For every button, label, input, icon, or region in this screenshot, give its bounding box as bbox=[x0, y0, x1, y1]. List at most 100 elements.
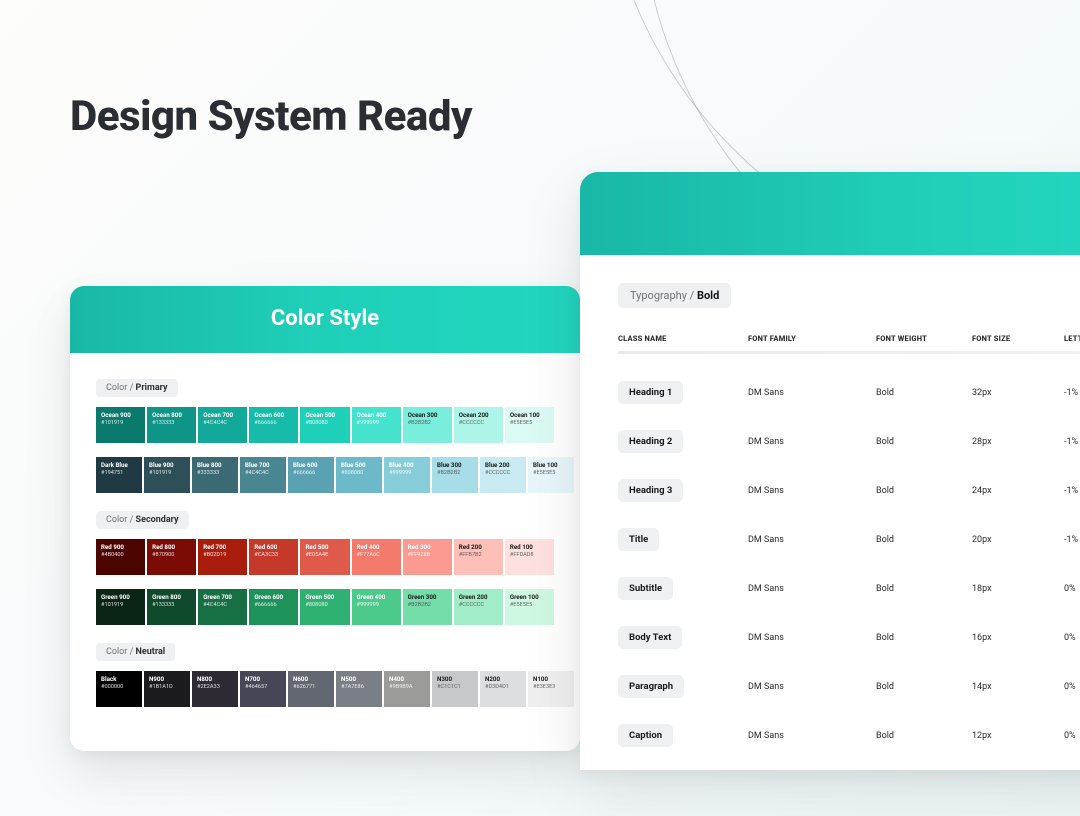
swatch-hex: #101919 bbox=[101, 602, 140, 608]
swatch-row: Ocean 900#101919Ocean 800#133333Ocean 70… bbox=[96, 407, 554, 443]
font-family-cell: DM Sans bbox=[748, 731, 876, 741]
font-weight-cell: Bold bbox=[876, 535, 972, 545]
color-section-label: Color / Secondary bbox=[96, 511, 189, 529]
typography-subheading-prefix: Typography / bbox=[630, 289, 694, 302]
swatch-hex: #7A7E86 bbox=[341, 684, 377, 690]
col-letter-spacing: LETTER SPACING bbox=[1064, 334, 1080, 343]
swatch-name: Ocean 900 bbox=[101, 411, 140, 419]
typography-table-header: CLASS NAME FONT FAMILY FONT WEIGHT FONT … bbox=[618, 334, 1080, 351]
swatch-hex: #E5E5E5 bbox=[510, 602, 549, 608]
page-title: Design System Ready bbox=[70, 92, 472, 141]
col-font-weight: FONT WEIGHT bbox=[876, 334, 972, 343]
swatch-name: Red 700 bbox=[203, 543, 242, 551]
typography-row: ParagraphDM SansBold14px0% bbox=[618, 662, 1080, 711]
swatch-name: N100 bbox=[533, 675, 569, 683]
swatch-name: Blue 700 bbox=[245, 461, 281, 469]
class-name-pill: Subtitle bbox=[618, 577, 673, 600]
color-style-card: Color Style Color / PrimaryOcean 900#101… bbox=[70, 286, 580, 751]
font-size-cell: 18px bbox=[972, 584, 1064, 594]
col-class-name: CLASS NAME bbox=[618, 334, 748, 343]
swatch-hex: #1B1A1D bbox=[149, 684, 185, 690]
color-swatch: Red 200#FFB7B2 bbox=[454, 539, 503, 575]
typography-row: Heading 3DM SansBold24px-1% bbox=[618, 466, 1080, 515]
swatch-name: Green 100 bbox=[510, 593, 549, 601]
font-family-cell: DM Sans bbox=[748, 437, 876, 447]
swatch-hex: #999999 bbox=[357, 420, 396, 426]
typography-subheading-name: Bold bbox=[697, 289, 719, 302]
swatch-name: Dark Blue bbox=[101, 461, 137, 469]
letter-spacing-cell: 0% bbox=[1064, 633, 1080, 643]
col-font-family: FONT FAMILY bbox=[748, 334, 876, 343]
swatch-row: Dark Blue#194751Blue 900#101919Blue 800#… bbox=[96, 457, 554, 493]
swatch-hex: #101919 bbox=[149, 470, 185, 476]
color-swatch: Blue 800#333333 bbox=[192, 457, 238, 493]
color-swatch: N700#464657 bbox=[240, 671, 286, 707]
typography-row: Heading 1DM SansBold32px-1% bbox=[618, 368, 1080, 417]
swatch-name: Red 100 bbox=[510, 543, 549, 551]
color-swatch: Red 300#FF928B bbox=[403, 539, 452, 575]
font-weight-cell: Bold bbox=[876, 486, 972, 496]
color-section-label: Color / Neutral bbox=[96, 643, 175, 661]
color-swatch: N400#9B9B9A bbox=[384, 671, 430, 707]
color-swatch: Blue 600#666666 bbox=[288, 457, 334, 493]
swatch-name: N800 bbox=[197, 675, 233, 683]
swatch-name: Ocean 200 bbox=[459, 411, 498, 419]
font-weight-cell: Bold bbox=[876, 682, 972, 692]
swatch-name: N900 bbox=[149, 675, 185, 683]
swatch-name: Blue 300 bbox=[437, 461, 473, 469]
color-swatch: Red 400#F77A6C bbox=[352, 539, 401, 575]
typography-row: Body TextDM SansBold16px0% bbox=[618, 613, 1080, 662]
swatch-name: Ocean 500 bbox=[305, 411, 344, 419]
swatch-hex: #FF928B bbox=[408, 552, 447, 558]
swatch-row: Black#000000 N900#1B1A1D N800#2E2A33N700#4… bbox=[96, 671, 554, 707]
swatch-hex: #101919 bbox=[101, 420, 140, 426]
letter-spacing-cell: 0% bbox=[1064, 731, 1080, 741]
color-swatch: Ocean 700#4C4C4C bbox=[198, 407, 247, 443]
font-weight-cell: Bold bbox=[876, 388, 972, 398]
swatch-name: N600 bbox=[293, 675, 329, 683]
font-weight-cell: Bold bbox=[876, 633, 972, 643]
color-swatch: Red 700#B02D19 bbox=[198, 539, 247, 575]
color-swatch: N800#2E2A33 bbox=[192, 671, 238, 707]
swatch-hex: #999999 bbox=[389, 470, 425, 476]
swatch-name: Red 500 bbox=[305, 543, 344, 551]
swatch-hex: #9B9B9A bbox=[389, 684, 425, 690]
typography-card: Typog Typography / Bold CLASS NAME FONT … bbox=[580, 172, 1080, 770]
color-swatch: N300#C1C1C1 bbox=[432, 671, 478, 707]
typography-header: Typog bbox=[580, 172, 1080, 255]
swatch-name: Blue 100 bbox=[533, 461, 569, 469]
color-swatch: Ocean 900#101919 bbox=[96, 407, 145, 443]
font-weight-cell: Bold bbox=[876, 584, 972, 594]
swatch-name: Green 600 bbox=[254, 593, 293, 601]
color-swatch: Blue 200#CCCCCC bbox=[480, 457, 526, 493]
color-swatch: Ocean 300#B2B2B2 bbox=[403, 407, 452, 443]
swatch-hex: #808080 bbox=[341, 470, 377, 476]
class-name-pill: Title bbox=[618, 528, 659, 551]
swatch-hex: #666666 bbox=[293, 470, 329, 476]
letter-spacing-cell: 0% bbox=[1064, 584, 1080, 594]
color-swatch: Green 300#B2B2B2 bbox=[403, 589, 452, 625]
letter-spacing-cell: -1% bbox=[1064, 388, 1080, 398]
swatch-hex: #808080 bbox=[305, 602, 344, 608]
swatch-hex: #B2B2B2 bbox=[437, 470, 473, 476]
swatch-hex: #CCCCCC bbox=[459, 602, 498, 608]
color-swatch: Dark Blue#194751 bbox=[96, 457, 142, 493]
swatch-hex: #870900 bbox=[152, 552, 191, 558]
color-swatch: Red 800#870900 bbox=[147, 539, 196, 575]
typography-subheading: Typography / Bold bbox=[618, 283, 731, 308]
swatch-hex: #E05A4E bbox=[305, 552, 344, 558]
swatch-name: Black bbox=[101, 675, 137, 683]
swatch-name: Ocean 800 bbox=[152, 411, 191, 419]
swatch-name: Red 800 bbox=[152, 543, 191, 551]
swatch-name: Green 800 bbox=[152, 593, 191, 601]
typography-row: SubtitleDM SansBold18px0% bbox=[618, 564, 1080, 613]
swatch-name: N300 bbox=[437, 675, 473, 683]
swatch-hex: #000000 bbox=[101, 684, 137, 690]
letter-spacing-cell: -1% bbox=[1064, 437, 1080, 447]
swatch-name: N200 bbox=[485, 675, 521, 683]
class-name-pill: Heading 3 bbox=[618, 479, 683, 502]
class-name-pill: Caption bbox=[618, 724, 673, 747]
swatch-name: Ocean 600 bbox=[254, 411, 293, 419]
swatch-name: Green 700 bbox=[203, 593, 242, 601]
swatch-hex: #133333 bbox=[152, 602, 191, 608]
